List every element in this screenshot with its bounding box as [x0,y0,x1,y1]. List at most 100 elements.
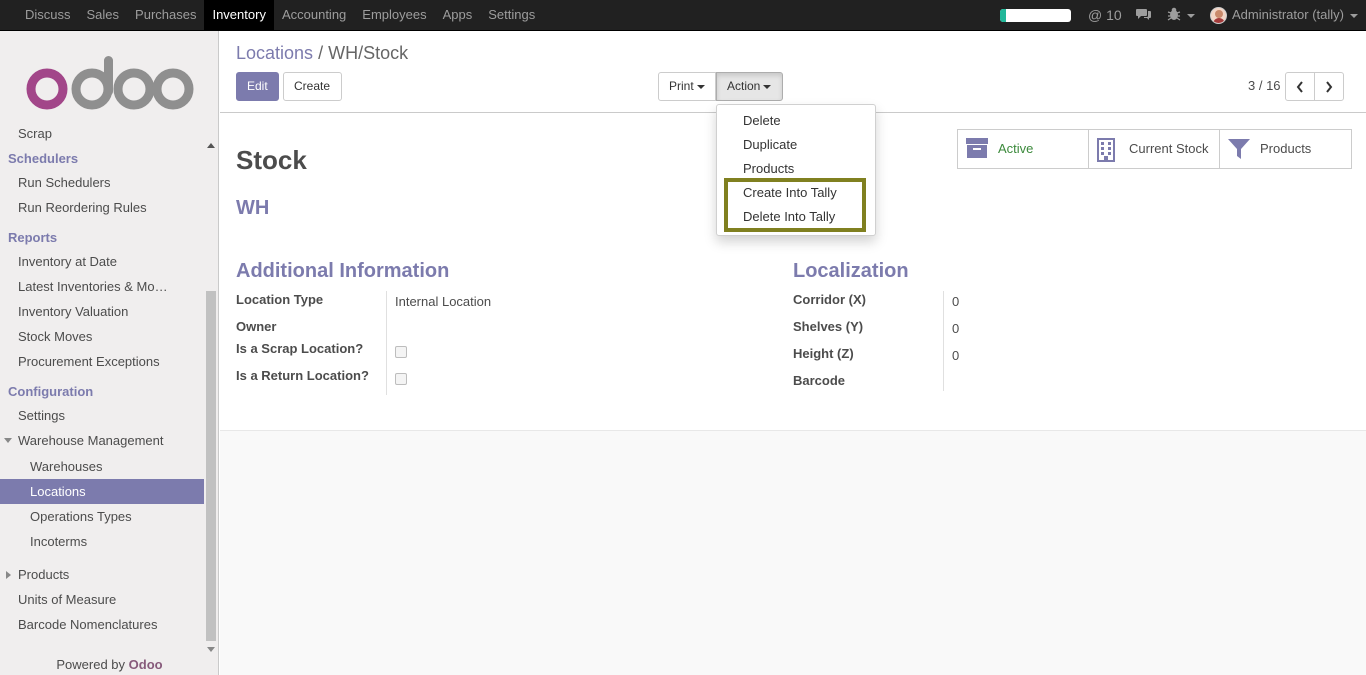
sidebar-item-run-schedulers[interactable]: Run Schedulers [0,170,204,195]
action-label: Action [727,79,761,93]
smart-buttons: Active Current Stock Products [957,129,1352,169]
chevron-left-icon [1296,81,1303,93]
menu-sales[interactable]: Sales [79,0,128,30]
location-type-label: Location Type [236,292,324,307]
sidebar-scrollbar[interactable] [205,139,217,659]
menu-discuss[interactable]: Discuss [17,0,79,30]
breadcrumb-current: WH/Stock [328,43,409,63]
active-toggle-button[interactable]: Active [958,130,1089,168]
pager-previous-button[interactable] [1285,72,1315,101]
owner-label: Owner [236,319,277,334]
progress-fill [1000,9,1006,22]
sidebar-item-label: Warehouse Management [18,433,164,448]
menu-apps[interactable]: Apps [435,0,481,30]
odoo-logo [26,56,194,110]
sidebar-section-reports: Reports [8,230,58,245]
menu-purchases[interactable]: Purchases [127,0,204,30]
action-button[interactable]: Action [716,72,783,101]
sidebar-item-settings[interactable]: Settings [0,403,204,428]
powered-by-brand[interactable]: Odoo [129,657,163,672]
current-stock-label: Current Stock [1129,141,1209,156]
products-smart-button[interactable]: Products [1220,130,1351,168]
print-caret-icon [696,84,705,89]
sidebar-item-scrap[interactable]: Scrap [0,121,204,146]
breadcrumb-locations[interactable]: Locations [236,43,313,63]
top-navbar: Discuss Sales Purchases Inventory Accoun… [0,0,1366,31]
print-label: Print [669,79,694,93]
sidebar-item-inventory-valuation[interactable]: Inventory Valuation [0,299,204,324]
scroll-down-arrow-icon[interactable] [207,647,215,652]
mentions-counter[interactable]: @ 10 [1088,0,1122,30]
localization-title: Localization [793,260,909,282]
onboarding-progress-bar[interactable] [1000,9,1071,22]
return-location-checkbox[interactable] [395,373,407,385]
sidebar-item-operations-types[interactable]: Operations Types [0,504,204,529]
height-value: 0 [952,348,960,363]
action-caret-icon [763,84,772,89]
tally-actions-highlight [724,178,866,232]
action-delete[interactable]: Delete [743,113,781,128]
pager-next-button[interactable] [1314,72,1344,101]
chat-bubbles-icon[interactable] [1136,7,1152,24]
menu-accounting[interactable]: Accounting [274,0,354,30]
bug-icon[interactable] [1167,7,1181,24]
sidebar-item-label: Products [18,567,70,582]
location-type-value: Internal Location [395,294,492,309]
pager-value[interactable]: 3 / 16 [1248,78,1281,93]
edit-button[interactable]: Edit [236,72,279,101]
shelves-value: 0 [952,321,960,336]
sidebar-item-procurement-exceptions[interactable]: Procurement Exceptions [0,349,204,374]
sidebar-item-inventory-at-date[interactable]: Inventory at Date [0,249,204,274]
corridor-value: 0 [952,294,960,309]
app-menu: Discuss Sales Purchases Inventory Accoun… [17,0,543,30]
sidebar-item-stock-moves[interactable]: Stock Moves [0,324,204,349]
debug-caret-icon[interactable] [1187,14,1195,18]
scrap-location-label: Is a Scrap Location? [236,341,364,356]
record-title: Stock [236,145,307,175]
collapse-down-icon[interactable] [4,438,12,443]
print-button[interactable]: Print [658,72,716,101]
sidebar-item-products[interactable]: Products [0,562,204,587]
scrollbar-thumb[interactable] [206,291,216,641]
height-label: Height (Z) [793,346,854,361]
sidebar: Scrap Schedulers Run Schedulers Run Reorder… [0,31,219,675]
action-products[interactable]: Products [743,161,794,176]
active-label: Active [998,141,1034,156]
record-parent-location[interactable]: WH [236,197,269,220]
sidebar-item-incoterms[interactable]: Incoterms [0,529,204,554]
barcode-label: Barcode [793,373,846,388]
control-panel: Locations / WH/Stock Edit Create Print A… [220,31,1366,113]
sidebar-item-locations[interactable]: Locations [0,479,204,504]
sidebar-item-latest-inventories-mo[interactable]: Latest Inventories & Mo… [0,274,204,299]
breadcrumb-separator: / [318,43,324,63]
action-duplicate[interactable]: Duplicate [743,137,797,152]
sidebar-section-schedulers: Schedulers [8,151,79,166]
corridor-label: Corridor (X) [793,292,866,307]
menu-employees[interactable]: Employees [354,0,434,30]
products-smart-label: Products [1260,141,1312,156]
expand-right-icon[interactable] [6,571,11,579]
shelves-label: Shelves (Y) [793,319,864,334]
create-button[interactable]: Create [283,72,342,101]
chevron-right-icon [1326,81,1333,93]
sidebar-item-warehouses[interactable]: Warehouses [0,454,204,479]
user-menu[interactable]: Administrator (tally) [1232,0,1344,30]
user-avatar[interactable] [1210,7,1227,24]
archive-icon [966,138,988,161]
sidebar-item-warehouse-management[interactable]: Warehouse Management [0,428,204,453]
user-caret-icon[interactable] [1350,14,1358,18]
breadcrumb: Locations / WH/Stock [236,43,408,64]
powered-by-text: Powered by [56,657,126,672]
scrap-location-checkbox[interactable] [395,346,407,358]
powered-by: Powered by Odoo [0,657,218,672]
sidebar-item-run-reordering-rules[interactable]: Run Reordering Rules [0,195,204,220]
sidebar-item-units-of-measure[interactable]: Units of Measure [0,587,204,612]
sidebar-item-barcode-nomenclatures[interactable]: Barcode Nomenclatures [0,612,204,637]
menu-settings[interactable]: Settings [480,0,543,30]
field-divider-left [386,291,387,395]
menu-inventory[interactable]: Inventory [204,0,274,30]
current-stock-button[interactable]: Current Stock [1089,130,1220,168]
scroll-up-arrow-icon[interactable] [207,143,215,148]
filter-icon [1228,138,1250,163]
field-divider-right [943,291,944,391]
